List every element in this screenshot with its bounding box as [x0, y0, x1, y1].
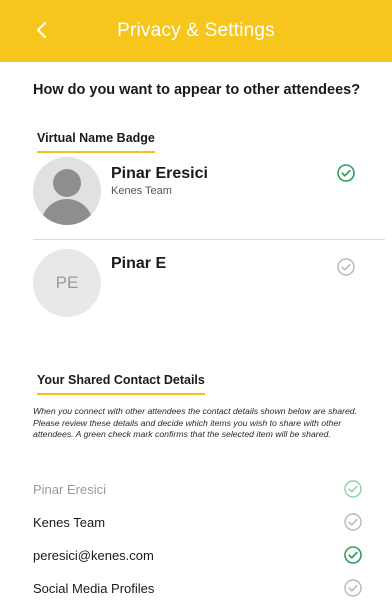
section-title-contact-details: Your Shared Contact Details: [37, 373, 205, 395]
badge-option-full-check[interactable]: [337, 164, 355, 182]
contact-item-organization[interactable]: Kenes Team: [33, 508, 373, 536]
avatar-initials: PE: [33, 249, 101, 317]
check-circle-icon: [344, 513, 362, 531]
appearance-question: How do you want to appear to other atten…: [33, 82, 361, 98]
avatar-shoulders-shape: [41, 199, 93, 225]
back-button[interactable]: [28, 18, 56, 46]
contact-item-label: Kenes Team: [33, 514, 106, 530]
contact-item-label: peresici@kenes.com: [33, 547, 154, 563]
badge-divider: [33, 239, 385, 240]
contact-item-name-check[interactable]: [344, 480, 362, 498]
badge-option-short-name[interactable]: Pinar E: [111, 255, 166, 273]
avatar-photo: [33, 157, 101, 225]
contact-item-label: Social Media Profiles: [33, 580, 155, 596]
check-circle-icon: [337, 164, 355, 182]
contact-item-email[interactable]: peresici@kenes.com: [33, 541, 373, 569]
badge-option-short-check[interactable]: [337, 258, 355, 276]
contact-item-name[interactable]: Pinar Eresici: [33, 475, 373, 503]
header-bar: Privacy & Settings: [0, 0, 392, 62]
check-circle-icon: [337, 258, 355, 276]
check-circle-icon: [344, 480, 362, 498]
badge-option-full-name[interactable]: Pinar Eresici: [111, 165, 208, 183]
badge-option-full-subtitle: Kenes Team: [111, 185, 172, 197]
contact-item-organization-check[interactable]: [344, 513, 362, 531]
avatar-head-shape: [53, 169, 81, 197]
chevron-left-icon: [35, 20, 49, 45]
contact-item-label: Pinar Eresici: [33, 481, 106, 497]
contact-details-description: When you connect with other attendees th…: [33, 406, 358, 439]
check-circle-icon: [344, 546, 362, 564]
contact-item-email-check[interactable]: [344, 546, 362, 564]
section-title-virtual-badge: Virtual Name Badge: [37, 131, 155, 153]
contact-item-social-profiles-check[interactable]: [344, 579, 362, 597]
page-title: Privacy & Settings: [117, 20, 275, 41]
check-circle-icon: [344, 579, 362, 597]
contact-item-social-profiles[interactable]: Social Media Profiles: [33, 574, 373, 602]
